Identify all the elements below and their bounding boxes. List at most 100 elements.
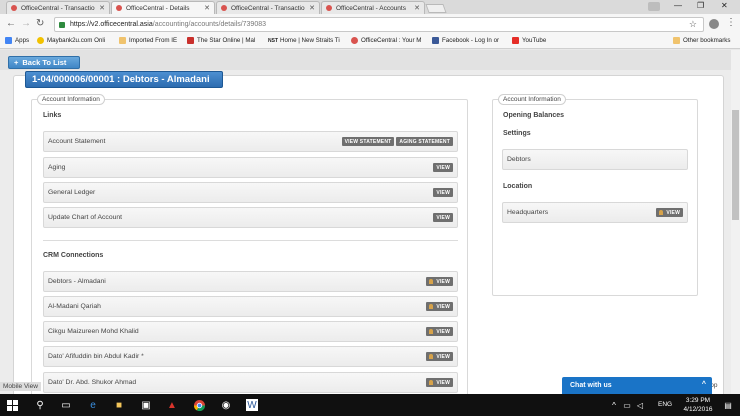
crm-row: Dato' Dr. Abd. Shukor Ahmad VIEW xyxy=(43,372,458,393)
word-icon[interactable]: W xyxy=(246,399,258,411)
tab-label: OfficeCentral - Transactio xyxy=(21,4,95,12)
file-explorer-icon[interactable]: ■ xyxy=(113,399,125,411)
view-statement-button[interactable]: VIEW STATEMENT xyxy=(341,137,395,146)
crm-heading: CRM Connections xyxy=(43,252,104,259)
store-icon[interactable]: ▣ xyxy=(140,399,152,411)
close-tab-icon[interactable]: ✕ xyxy=(305,4,315,12)
close-window-icon[interactable]: ✕ xyxy=(721,1,728,10)
clock-time[interactable]: 3:29 PM xyxy=(678,397,718,404)
new-tab-button[interactable] xyxy=(425,4,447,13)
minimize-icon[interactable]: — xyxy=(674,1,682,10)
bookmark-nst[interactable]: NST Home | New Straits Ti xyxy=(268,37,340,44)
chrome-icon[interactable] xyxy=(193,399,205,411)
scrollbar-thumb[interactable] xyxy=(732,110,739,220)
crm-view-button[interactable]: VIEW xyxy=(426,378,453,387)
forward-arrow-icon[interactable]: → xyxy=(21,18,31,29)
settings-heading: Settings xyxy=(503,130,531,137)
windows-start-icon[interactable] xyxy=(6,399,18,411)
location-view-button[interactable]: VIEW xyxy=(656,208,683,217)
browser-tab[interactable]: OfficeCentral - Transactio ✕ xyxy=(216,1,320,14)
profile-icon[interactable] xyxy=(648,2,660,11)
bookmark-facebook[interactable]: Facebook - Log In or xyxy=(432,37,499,44)
url-input[interactable]: https://v2.officecentral.asia /accountin… xyxy=(54,17,704,32)
browser-tab[interactable]: OfficeCentral - Accounts ✕ xyxy=(321,1,425,14)
legend-account-information: Account Information xyxy=(37,94,105,105)
bookmark-star-icon[interactable]: ☆ xyxy=(689,19,697,30)
link-label: Update Chart of Account xyxy=(48,214,123,221)
crm-label: Dato' Afifuddin bin Abdul Kadir * xyxy=(48,353,144,360)
bookmark-officecentral[interactable]: OfficeCentral : Your M xyxy=(351,37,421,44)
bookmarks-bar: Apps Maybank2u.com Onli Imported From IE… xyxy=(0,35,740,49)
bookmark-imported-ie[interactable]: Imported From IE xyxy=(119,37,177,44)
legend-account-information: Account Information xyxy=(498,94,566,105)
link-label: Account Statement xyxy=(48,138,106,145)
reload-icon[interactable]: ↻ xyxy=(36,18,44,29)
plus-icon: + xyxy=(14,58,19,67)
officecentral-icon xyxy=(351,37,358,44)
close-tab-icon[interactable]: ✕ xyxy=(200,4,210,12)
mobile-view-link[interactable]: Mobile View xyxy=(0,382,41,391)
crm-label: Al-Madani Qariah xyxy=(48,303,101,310)
links-heading: Links xyxy=(43,112,62,119)
language-indicator[interactable]: ENG xyxy=(658,401,672,408)
crm-view-button[interactable]: VIEW xyxy=(426,302,453,311)
back-arrow-icon[interactable]: ← xyxy=(6,18,16,29)
officecentral-favicon-icon xyxy=(221,5,227,11)
browser-tab[interactable]: OfficeCentral - Transactio ✕ xyxy=(6,1,110,14)
bookmark-label: Apps xyxy=(15,37,30,44)
view-button[interactable]: VIEW xyxy=(433,188,453,197)
view-button[interactable]: VIEW xyxy=(433,163,453,172)
crm-label: Dato' Dr. Abd. Shukor Ahmad xyxy=(48,379,137,386)
notification-icon[interactable]: ▤ xyxy=(722,399,734,411)
tray-chevron-icon[interactable]: ^ xyxy=(608,399,620,411)
page-content: + Back To List 1-04/000006/00001 : Debto… xyxy=(0,50,740,394)
person-icon xyxy=(429,304,434,309)
crm-view-button[interactable]: VIEW xyxy=(426,277,453,286)
bookmark-label: Maybank2u.com Onli xyxy=(47,37,106,44)
clock-date[interactable]: 4/12/2016 xyxy=(678,406,718,413)
bookmark-the-star[interactable]: The Star Online | Mal xyxy=(187,37,255,44)
menu-icon[interactable]: ⋮ xyxy=(726,17,736,28)
settings-row: Debtors xyxy=(502,149,688,170)
crm-view-button[interactable]: VIEW xyxy=(426,352,453,361)
lock-icon xyxy=(59,21,65,28)
volume-icon[interactable]: ◁ xyxy=(634,399,646,411)
top-strip xyxy=(0,50,731,70)
extension-icon[interactable] xyxy=(709,19,719,29)
link-row-general-ledger: General Ledger VIEW xyxy=(43,182,458,203)
crm-view-button[interactable]: VIEW xyxy=(426,327,453,336)
location-label: Headquarters xyxy=(507,209,549,216)
close-tab-icon[interactable]: ✕ xyxy=(95,4,105,12)
bookmark-label: Home | New Straits Ti xyxy=(280,37,340,44)
view-label: VIEW xyxy=(436,303,450,310)
aging-statement-button[interactable]: AGING STATEMENT xyxy=(396,137,453,146)
tab-label: OfficeCentral - Transactio xyxy=(231,4,305,12)
account-title: 1-04/000006/00001 : Debtors - Almadani xyxy=(25,71,223,88)
task-view-icon[interactable]: ▭ xyxy=(60,399,72,411)
close-tab-icon[interactable]: ✕ xyxy=(410,4,420,12)
media-app-icon[interactable]: ◉ xyxy=(220,399,232,411)
acrobat-icon[interactable]: ▲ xyxy=(166,399,178,411)
crm-row: Debtors - Almadani VIEW xyxy=(43,271,458,292)
the-star-icon xyxy=(187,37,194,44)
edge-browser-icon[interactable]: e xyxy=(87,399,99,411)
bookmark-label: OfficeCentral : Your M xyxy=(361,37,422,44)
bookmark-youtube[interactable]: YouTube xyxy=(512,37,546,44)
back-to-list-label: Back To List xyxy=(22,58,67,67)
back-to-list-button[interactable]: + Back To List xyxy=(8,56,80,69)
page-scrollbar[interactable] xyxy=(731,50,740,394)
tab-label: OfficeCentral - Accounts xyxy=(336,4,406,12)
chat-widget[interactable]: Chat with us ^ xyxy=(562,377,712,394)
restore-icon[interactable]: ❐ xyxy=(697,1,704,10)
person-icon xyxy=(429,380,434,385)
search-icon[interactable]: ⚲ xyxy=(34,399,46,411)
bookmark-label: Imported From IE xyxy=(129,37,178,44)
other-bookmarks[interactable]: Other bookmarks xyxy=(673,37,730,44)
view-button[interactable]: VIEW xyxy=(433,213,453,222)
network-icon[interactable]: ▭ xyxy=(621,399,633,411)
bookmark-apps[interactable]: Apps xyxy=(5,37,29,44)
bookmark-maybank[interactable]: Maybank2u.com Onli xyxy=(37,37,105,44)
view-label: VIEW xyxy=(436,278,450,285)
browser-tab-active[interactable]: OfficeCentral - Details ✕ xyxy=(111,1,215,14)
crm-label: Cikgu Maizureen Mohd Khalid xyxy=(48,328,139,335)
